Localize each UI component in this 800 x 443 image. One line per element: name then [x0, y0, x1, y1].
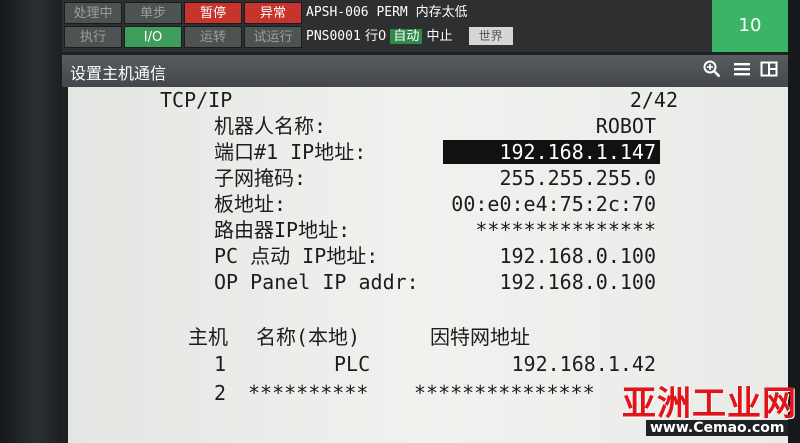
alarm-message: APSH-006 PERM 内存太低 — [306, 5, 468, 20]
field-label: 板地址: — [214, 192, 287, 216]
row-name: PLC — [334, 352, 371, 376]
field-row-pc-jog-ip[interactable]: PC 点动 IP地址: 192.168.0.100 — [68, 244, 788, 268]
field-value: 255.255.255.0 — [499, 166, 656, 190]
split-view-icon[interactable] — [759, 60, 779, 80]
field-row-subnet-mask[interactable]: 子网掩码: 255.255.255.0 — [68, 166, 788, 190]
screen-title-bar: 设置主机通信 — [62, 55, 788, 87]
row-index: 1 — [214, 352, 227, 376]
host-header-col3: 因特网地址 — [430, 325, 530, 349]
fault-indicator: 异常 — [244, 2, 302, 24]
coord-system: 世界 — [468, 27, 513, 45]
row-index: 2 — [214, 381, 227, 405]
field-value: 00:e0:e4:75:2c:70 — [451, 192, 656, 216]
page-indicator: 2/42 — [629, 88, 678, 112]
watermark-url: www.Cemao.com — [646, 420, 789, 436]
host-header-col2: 名称(本地) — [256, 325, 361, 349]
field-row-robot-name[interactable]: 机器人名称: ROBOT — [68, 114, 788, 138]
field-label: OP Panel IP addr: — [214, 270, 419, 294]
field-row-router-ip[interactable]: 路由器IP地址: *************** — [68, 218, 788, 242]
field-value: ROBOT — [595, 114, 656, 138]
menu-icon[interactable] — [732, 60, 752, 80]
device-bezel — [0, 0, 62, 443]
field-label: 机器人名称: — [214, 114, 327, 138]
run-indicator: 执行 — [64, 26, 122, 48]
protocol-label: TCP/IP — [160, 88, 233, 112]
host-header-col1: 主机 — [188, 325, 228, 349]
field-row-board-address[interactable]: 板地址: 00:e0:e4:75:2c:70 — [68, 192, 788, 216]
hold-indicator: 暂停 — [184, 2, 242, 24]
program-state: 中止 — [426, 29, 453, 44]
field-row-port1-ip[interactable]: 端口#1 IP地址: 192.168.1.147 — [68, 140, 788, 164]
tcyc-indicator: 试运行 — [244, 26, 302, 48]
field-label: 路由器IP地址: — [214, 218, 351, 242]
field-value-selected[interactable]: 192.168.1.147 — [443, 140, 660, 164]
row-address: 192.168.1.42 — [511, 352, 657, 376]
page-title: 设置主机通信 — [70, 64, 167, 83]
watermark-logo: 亚洲工业网 — [622, 384, 797, 424]
speed-override[interactable]: 10 — [712, 0, 788, 52]
table-row[interactable]: 1 PLC 192.168.1.42 — [68, 352, 788, 376]
mode-badge: 自动 — [390, 29, 423, 44]
prod-indicator: 运转 — [184, 26, 242, 48]
field-value: 192.168.0.100 — [499, 244, 656, 268]
io-indicator: I/O — [124, 26, 182, 48]
step-indicator: 单步 — [124, 2, 182, 24]
field-row-op-panel-ip[interactable]: OP Panel IP addr: 192.168.0.100 — [68, 270, 788, 294]
busy-indicator: 处理中 — [64, 2, 122, 24]
row-name: ********** — [248, 381, 369, 405]
field-label: PC 点动 IP地址: — [214, 244, 379, 268]
zoom-icon[interactable] — [702, 60, 722, 80]
status-bar: 处理中 单步 暂停 异常 执行 I/O 运转 试运行 APSH-006 PERM… — [62, 0, 788, 52]
program-line: 行0 — [364, 29, 387, 44]
field-value: *************** — [475, 218, 656, 242]
field-label: 端口#1 IP地址: — [214, 140, 367, 164]
row-address: *************** — [414, 381, 595, 405]
program-status: PNS0001 行0 自动 中止 世界 — [306, 26, 513, 48]
field-value: 192.168.0.100 — [499, 270, 656, 294]
field-label: 子网掩码: — [214, 166, 307, 190]
watermark: 亚洲工业网 www.Cemao.com — [616, 376, 800, 443]
program-name: PNS0001 — [306, 29, 361, 44]
